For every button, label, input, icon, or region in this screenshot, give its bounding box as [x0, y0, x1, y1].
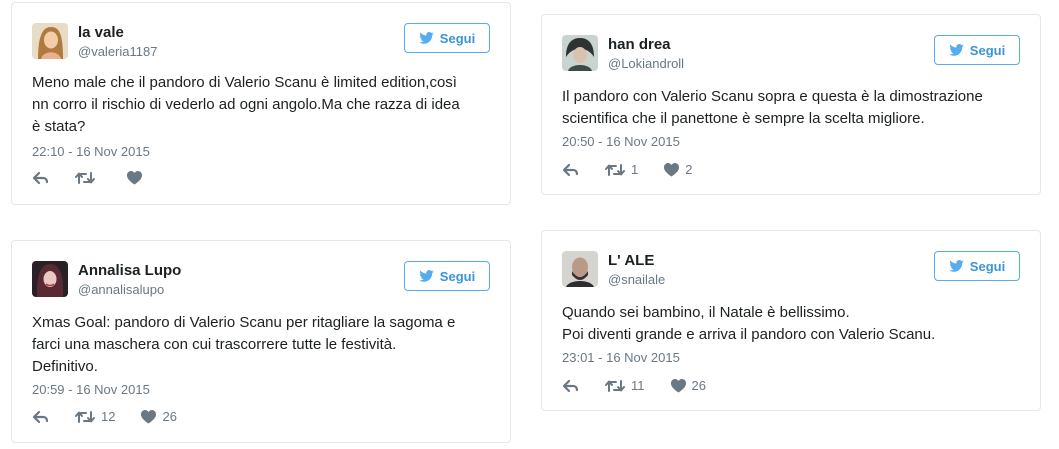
reply-icon	[32, 410, 49, 423]
reply-icon	[562, 379, 579, 392]
author-handle[interactable]: @Lokiandroll	[608, 56, 684, 72]
tweet-text-line: Meno male che il pandoro di Valerio Scan…	[32, 74, 457, 91]
avatar[interactable]	[32, 261, 68, 297]
tweet-text: Il pandoro con Valerio Scanu sopra e que…	[562, 86, 1022, 130]
follow-label: Segui	[439, 30, 476, 46]
tweet-actions	[32, 171, 174, 185]
follow-button[interactable]: Segui	[934, 251, 1020, 281]
twitter-bird-icon	[949, 260, 964, 272]
tweet-text: Xmas Goal: pandoro di Valerio Scanu per …	[32, 312, 492, 378]
like-count: 26	[691, 378, 706, 393]
heart-icon	[141, 409, 157, 423]
author-name[interactable]: han drea	[608, 36, 671, 54]
timestamp[interactable]: 20:59 - 16 Nov 2015	[32, 382, 150, 398]
follow-label: Segui	[969, 258, 1006, 274]
tweet-card: Annalisa Lupo @annalisalupo Segui Xmas G…	[11, 240, 511, 443]
tweet-text: Quando sei bambino, il Natale è bellissi…	[562, 302, 1022, 346]
reply-button[interactable]	[562, 379, 579, 393]
tweet-text-line: farci una maschera con cui trascorrere t…	[32, 336, 397, 353]
heart-icon	[664, 162, 680, 176]
author-name[interactable]: Annalisa Lupo	[78, 262, 181, 280]
tweet-card: la vale @valeria1187 Segui Meno male che…	[11, 2, 511, 205]
like-button[interactable]: 2	[664, 162, 692, 177]
follow-button[interactable]: Segui	[934, 35, 1020, 65]
tweet-text: Meno male che il pandoro di Valerio Scan…	[32, 72, 492, 138]
tweet-text-line: Definitivo.	[32, 358, 98, 375]
avatar[interactable]	[562, 251, 598, 287]
like-button[interactable]	[127, 171, 148, 185]
tweet-text-line: nn corro il rischio di vederlo ad ogni a…	[32, 96, 460, 113]
follow-label: Segui	[969, 42, 1006, 58]
retweet-button[interactable]: 1	[605, 162, 638, 177]
tweet-text-line: è stata?	[32, 118, 86, 135]
author-name[interactable]: L' ALE	[608, 252, 654, 270]
follow-button[interactable]: Segui	[404, 261, 490, 291]
avatar[interactable]	[562, 35, 598, 71]
timestamp[interactable]: 20:50 - 16 Nov 2015	[562, 134, 680, 150]
tweet-text-line: Poi diventi grande e arriva il pandoro c…	[562, 326, 936, 343]
retweet-count: 12	[101, 409, 116, 424]
like-count: 2	[685, 162, 693, 177]
twitter-bird-icon	[949, 44, 964, 56]
retweet-icon	[75, 410, 95, 423]
retweet-icon	[75, 172, 95, 184]
like-count: 26	[162, 409, 177, 424]
retweet-count: 1	[631, 162, 639, 177]
reply-button[interactable]	[32, 410, 49, 424]
retweet-button[interactable]	[75, 171, 101, 185]
retweet-icon	[605, 163, 625, 176]
retweet-button[interactable]: 11	[605, 378, 645, 393]
tweet-card: L' ALE @snailale Segui Quando sei bambin…	[541, 230, 1041, 411]
reply-button[interactable]	[32, 171, 49, 185]
reply-button[interactable]	[562, 163, 579, 177]
follow-label: Segui	[439, 268, 476, 284]
retweet-icon	[605, 379, 625, 392]
tweet-actions: 11 26	[562, 378, 732, 393]
twitter-bird-icon	[419, 32, 434, 44]
twitter-bird-icon	[419, 270, 434, 282]
like-button[interactable]: 26	[141, 409, 177, 424]
heart-icon	[670, 378, 686, 392]
reply-icon	[32, 171, 49, 185]
tweet-text-line: Quando sei bambino, il Natale è bellissi…	[562, 304, 850, 321]
retweet-button[interactable]: 12	[75, 409, 115, 424]
author-handle[interactable]: @annalisalupo	[78, 282, 164, 298]
avatar[interactable]	[32, 23, 68, 59]
tweet-actions: 1 2	[562, 162, 718, 177]
author-name[interactable]: la vale	[78, 24, 124, 42]
timestamp[interactable]: 23:01 - 16 Nov 2015	[562, 350, 680, 366]
tweet-text-line: Xmas Goal: pandoro di Valerio Scanu per …	[32, 314, 456, 331]
like-button[interactable]: 26	[670, 378, 706, 393]
author-handle[interactable]: @valeria1187	[78, 44, 157, 60]
tweet-text-line: Il pandoro con Valerio Scanu sopra e que…	[562, 88, 983, 105]
heart-icon	[127, 171, 142, 185]
tweet-text-line: scientifica che il panettone è sempre la…	[562, 110, 925, 127]
reply-icon	[562, 163, 579, 176]
follow-button[interactable]: Segui	[404, 23, 490, 53]
tweet-actions: 12 26	[32, 409, 203, 424]
retweet-count: 11	[631, 378, 645, 393]
tweet-card: han drea @Lokiandroll Segui Il pandoro c…	[541, 14, 1041, 195]
author-handle[interactable]: @snailale	[608, 272, 665, 288]
timestamp[interactable]: 22:10 - 16 Nov 2015	[32, 144, 150, 160]
